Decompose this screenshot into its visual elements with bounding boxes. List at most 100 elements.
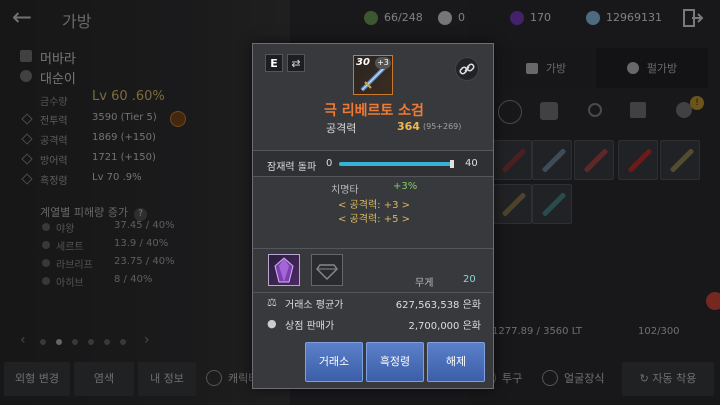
inventory-slot[interactable] <box>532 140 572 180</box>
my-info-button[interactable]: 내 정보 <box>138 362 196 396</box>
damage-row: 야왕 37.45 / 40% <box>40 220 210 236</box>
silver-icon <box>586 10 600 25</box>
crystal-socket[interactable] <box>268 254 300 286</box>
stat-icon <box>21 153 33 165</box>
ring-filter-icon[interactable] <box>588 103 602 117</box>
breakthrough-label: 잠재력 돌파 <box>267 162 317 173</box>
breakthrough-bar-fill <box>339 160 454 168</box>
weight-capacity: 1277.89 / 3560 LT <box>492 326 583 337</box>
stat-icon <box>21 173 33 185</box>
family-icon <box>20 70 32 82</box>
character-name: 머바라 <box>40 52 76 67</box>
inventory-slot[interactable] <box>618 140 658 180</box>
damage-type-icon <box>42 259 50 267</box>
inventory-slot[interactable] <box>660 140 700 180</box>
stat-icon <box>21 113 33 125</box>
diamond-socket-icon <box>316 264 338 280</box>
character-level: Lv 60 .60% <box>92 89 165 104</box>
breakthrough-bar <box>339 160 454 168</box>
chevron-right-icon[interactable]: › <box>144 332 150 348</box>
auto-equip-button[interactable]: ↻ 자동 착용 <box>622 362 714 396</box>
check-circle-icon <box>542 370 558 386</box>
tab-pearl-bag[interactable]: 펄가방 <box>596 48 708 88</box>
stat-icon <box>21 133 33 145</box>
divider <box>253 176 493 177</box>
chevron-left-icon[interactable]: ‹ <box>20 332 26 348</box>
breakthrough-max: 40 <box>465 158 478 169</box>
refresh-icon: ↻ <box>639 372 653 385</box>
breakthrough-knob <box>450 160 454 168</box>
page-indicator: ‹ › <box>20 332 160 348</box>
crystal-counter: 170 <box>510 9 551 26</box>
scale-icon: ⚖ <box>267 296 277 309</box>
market-button[interactable]: 거래소 <box>305 342 363 382</box>
tier-emblem-icon <box>170 111 186 127</box>
notification-badge: ! <box>690 96 704 110</box>
crit-value: +3% <box>393 181 418 192</box>
tab-bag[interactable]: 가방 <box>500 48 592 88</box>
damage-section-title: 계열별 피해량 증가? <box>40 204 147 221</box>
option-line: < 공격력: +5 > <box>337 214 410 225</box>
equipped-badge: E <box>265 54 283 72</box>
page-dot <box>88 339 94 345</box>
empty-socket[interactable] <box>311 254 343 286</box>
level-label: 금수량 <box>40 97 68 108</box>
black-spirit-button[interactable]: 흑정령 <box>366 342 424 382</box>
divider <box>253 292 493 293</box>
stat-row: 방어력 1721 (+150) <box>18 152 218 168</box>
page-dot <box>120 339 126 345</box>
inventory-slot[interactable] <box>574 140 614 180</box>
floating-menu-icon[interactable] <box>706 292 720 310</box>
damage-row: 라브리프 23.75 / 40% <box>40 256 210 272</box>
attack-detail: (95+269) <box>423 122 462 131</box>
pearl-counter: 0 <box>438 9 465 26</box>
unequip-button[interactable]: 해제 <box>427 342 485 382</box>
bag-icon <box>525 62 538 74</box>
weapon-filter-icon[interactable] <box>498 100 522 124</box>
pearl-bag-icon <box>626 62 639 74</box>
weight-value: 20 <box>463 274 476 285</box>
crystal-icon <box>510 10 524 25</box>
slot-capacity: 102/300 <box>638 326 680 337</box>
silver-counter: 12969131 <box>586 9 662 26</box>
stat-row: 공격력 1869 (+150) <box>18 132 218 148</box>
damage-row: 세르트 13.9 / 40% <box>40 238 210 254</box>
link-icon[interactable] <box>455 57 479 81</box>
top-bar: ← 가방 66/248 0 170 12969131 <box>0 0 720 36</box>
page-dot-active <box>56 339 62 345</box>
item-icon: 30 +3 <box>353 55 393 95</box>
money-bag-icon: ● <box>267 317 277 330</box>
inventory-slot[interactable] <box>532 184 572 224</box>
stat-row: 흑정령 Lv 70 .9% <box>18 172 218 188</box>
inventory-slot[interactable] <box>492 184 532 224</box>
armor-filter-icon[interactable] <box>540 102 558 120</box>
damage-type-icon <box>42 241 50 249</box>
accessory-filter-icon[interactable] <box>630 102 646 118</box>
divider <box>253 248 493 249</box>
breakthrough-min: 0 <box>326 158 333 169</box>
page-dot <box>104 339 110 345</box>
weight-label: 무게 <box>415 278 434 289</box>
option-line: < 공격력: +3 > <box>337 200 410 211</box>
check-circle-icon <box>206 370 222 386</box>
enhance-badge: +3 <box>375 57 391 69</box>
back-arrow-icon[interactable]: ← <box>12 5 40 29</box>
item-level: 30 <box>356 57 370 68</box>
face-accessory-toggle[interactable]: 얼굴장식 <box>542 368 604 388</box>
damage-row: 아히브 8 / 40% <box>40 274 210 290</box>
dye-button[interactable]: 염색 <box>74 362 134 396</box>
swap-icon[interactable]: ⇄ <box>287 54 305 72</box>
purple-crystal-icon <box>274 257 294 283</box>
pearl-icon <box>438 10 452 25</box>
item-name: 극 리베르토 소검 <box>324 103 424 119</box>
crit-label: 치명타 <box>331 185 359 196</box>
page-dot <box>72 339 78 345</box>
exit-icon[interactable] <box>682 7 704 29</box>
appearance-button[interactable]: 외형 변경 <box>4 362 70 396</box>
shop-price-row: ● 상점 판매가 2,700,000 은화 <box>267 317 481 333</box>
family-name: 대순이 <box>40 72 76 87</box>
misc-filter-icon[interactable] <box>676 102 692 118</box>
attack-label: 공격력 <box>326 122 357 135</box>
inventory-slot[interactable] <box>492 140 532 180</box>
energy-icon <box>364 10 378 25</box>
